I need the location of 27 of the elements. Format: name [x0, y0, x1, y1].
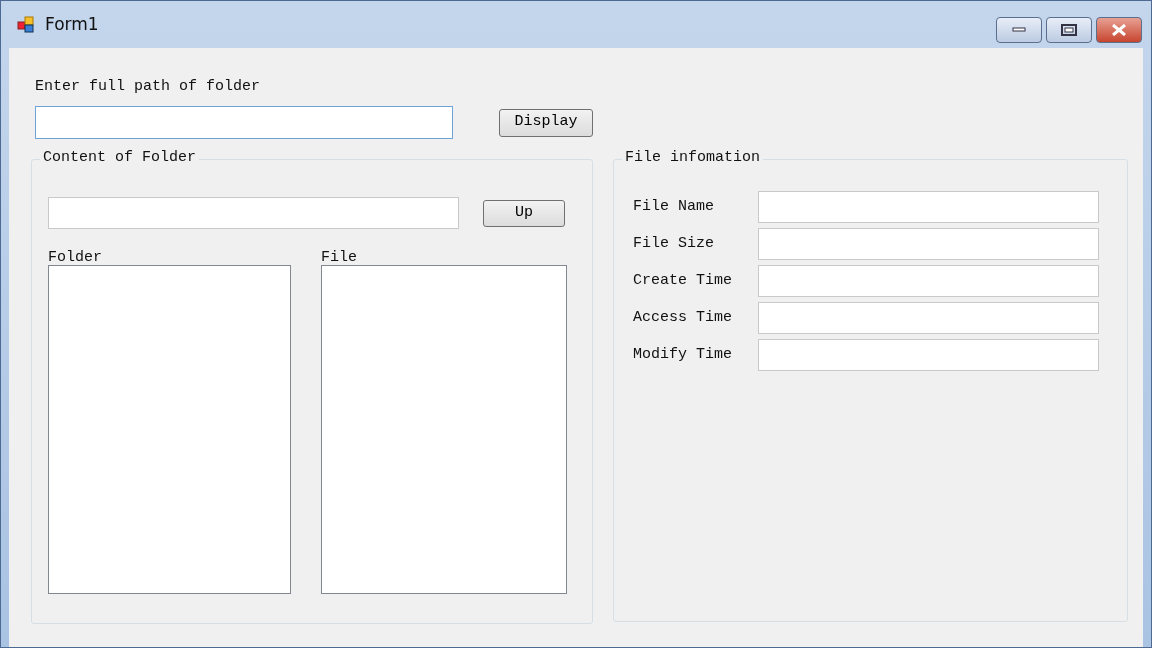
path-input[interactable] — [35, 106, 453, 139]
field-label: File Size — [633, 233, 715, 254]
field-label: Create Time — [633, 270, 734, 291]
list-box[interactable] — [321, 265, 567, 594]
list-label: Folder — [48, 249, 103, 267]
text-field[interactable] — [758, 302, 1099, 334]
text-field[interactable] — [758, 228, 1099, 260]
text-field[interactable] — [758, 191, 1099, 223]
app-icon — [17, 15, 37, 34]
up-button[interactable]: Up — [483, 199, 565, 227]
field-label: Modify Time — [633, 344, 734, 365]
restore-icon — [1061, 24, 1077, 36]
list-box[interactable] — [48, 265, 291, 594]
folder-path-input[interactable] — [48, 197, 459, 229]
display-button[interactable]: Display — [499, 108, 593, 137]
field-label: Access Time — [633, 307, 734, 328]
field-label: File Name — [633, 196, 715, 217]
minimize-icon — [1012, 27, 1026, 33]
restore-button[interactable] — [1046, 17, 1092, 43]
prompt-label: Enter full path of folder — [35, 78, 262, 96]
close-button[interactable] — [1096, 17, 1142, 43]
text-field[interactable] — [758, 265, 1099, 297]
list-label: File — [321, 249, 358, 267]
minimize-button[interactable] — [996, 17, 1042, 43]
close-icon — [1111, 24, 1127, 36]
window-title: Form1 — [45, 12, 99, 36]
text-field[interactable] — [758, 339, 1099, 371]
